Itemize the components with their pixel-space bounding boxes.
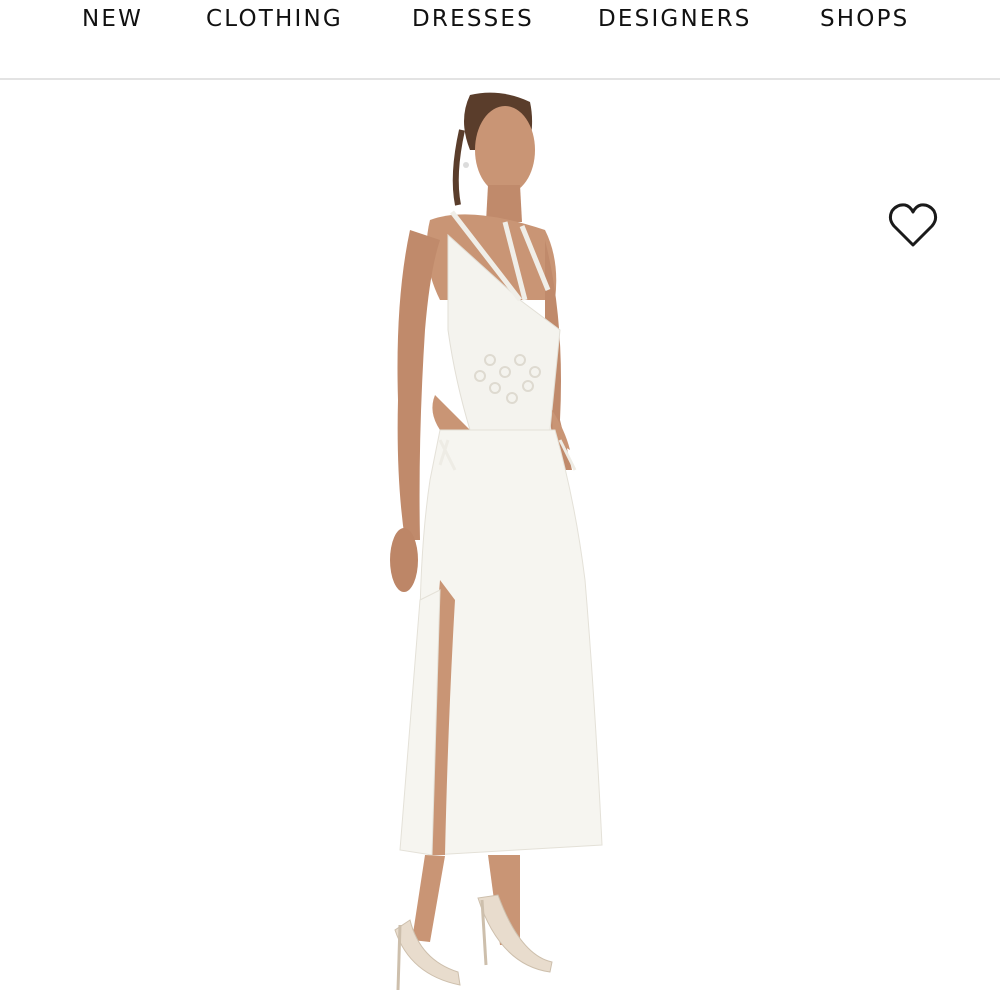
nav-item-designers[interactable]: DESIGNERS — [598, 6, 752, 32]
nav-item-clothing[interactable]: CLOTHING — [206, 6, 343, 32]
nav-item-shops[interactable]: SHOPS — [820, 6, 909, 32]
nav-item-new[interactable]: NEW — [82, 6, 143, 32]
product-image[interactable] — [0, 80, 1000, 1000]
top-navigation: NEW CLOTHING DRESSES DESIGNERS SHOPS — [0, 0, 1000, 80]
heart-outline-icon — [888, 203, 938, 247]
wishlist-button[interactable] — [886, 200, 940, 250]
nav-item-dresses[interactable]: DRESSES — [412, 6, 534, 32]
